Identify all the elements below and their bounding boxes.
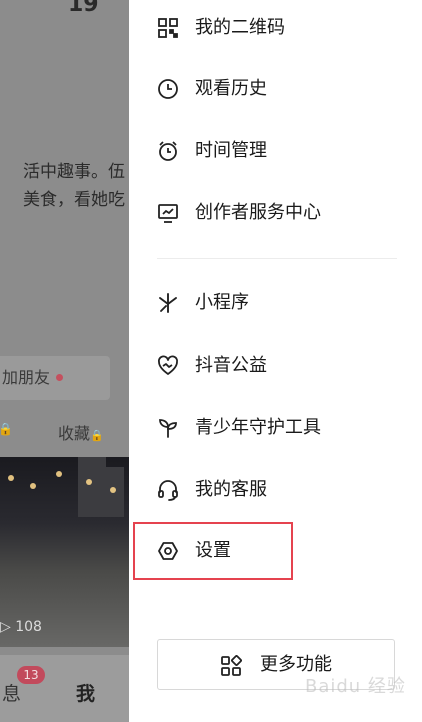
- mini-program-icon: [157, 292, 179, 314]
- menu-item-charity[interactable]: 抖音公益: [129, 338, 422, 394]
- street-light: [56, 471, 62, 477]
- qr-code-icon: [157, 17, 179, 39]
- menu-item-youth-protection[interactable]: 青少年守护工具: [129, 400, 422, 456]
- menu-item-qr-code[interactable]: 我的二维码: [129, 0, 422, 56]
- headset-icon: [157, 479, 179, 501]
- grid-icon: [220, 655, 242, 677]
- menu-label: 我的二维码: [195, 17, 285, 38]
- heart-charity-icon: [157, 355, 179, 377]
- settings-highlight-box: [133, 522, 293, 580]
- unread-badge: 13: [17, 666, 45, 684]
- video-thumbnail: ▷ 108: [0, 457, 129, 647]
- add-friend-label: 加朋友: [2, 368, 51, 387]
- watermark: Baidu 经验: [305, 676, 406, 697]
- view-count: ▷ 108: [0, 619, 42, 635]
- menu-divider: [157, 258, 397, 259]
- bio-line: 活中趣事。伍: [23, 162, 125, 182]
- street-light: [30, 483, 36, 489]
- menu-label: 小程序: [195, 292, 249, 313]
- menu-item-watch-history[interactable]: 观看历史: [129, 61, 422, 117]
- menu-item-customer-service[interactable]: 我的客服: [129, 462, 422, 518]
- street-light: [8, 475, 14, 481]
- side-drawer: 我的二维码 观看历史 时间管理 创作者服务中心 小程序 抖音公益 青少年守护工具…: [129, 0, 422, 722]
- profile-tabs: 🔒 收藏🔒: [0, 418, 129, 446]
- menu-item-creator-center[interactable]: 创作者服务中心: [129, 185, 422, 241]
- lock-icon: 🔒: [0, 422, 13, 436]
- sprout-icon: [157, 417, 179, 439]
- menu-label: 我的客服: [195, 479, 267, 500]
- bottom-nav: 息 13 我: [0, 655, 129, 722]
- add-friend-button: 加朋友: [0, 356, 110, 400]
- alarm-clock-icon: [157, 140, 179, 162]
- menu-label: 创作者服务中心: [195, 202, 321, 223]
- menu-item-time-management[interactable]: 时间管理: [129, 123, 422, 179]
- bio-line: 美食，看她吃: [23, 190, 125, 210]
- notification-dot: [56, 374, 64, 381]
- menu-label: 时间管理: [195, 140, 267, 161]
- street-light: [110, 487, 116, 493]
- lock-icon: 🔒: [90, 429, 104, 442]
- nav-messages: 息: [2, 683, 22, 705]
- profile-bio: 活中趣事。伍 美食，看她吃: [0, 158, 129, 214]
- background-profile-page: 19 活中趣事。伍 美食，看她吃 加朋友 🔒 收藏🔒 ▷ 108 息 13 我: [0, 0, 129, 722]
- street-light: [86, 479, 92, 485]
- top-count: 19: [68, 0, 99, 17]
- tab-favorites: 收藏🔒: [58, 424, 104, 443]
- menu-label: 抖音公益: [195, 355, 267, 376]
- menu-item-mini-programs[interactable]: 小程序: [129, 275, 422, 331]
- nav-me: 我: [76, 683, 96, 705]
- chart-monitor-icon: [157, 202, 179, 224]
- menu-label: 观看历史: [195, 78, 267, 99]
- clock-icon: [157, 78, 179, 100]
- menu-label: 青少年守护工具: [195, 417, 321, 438]
